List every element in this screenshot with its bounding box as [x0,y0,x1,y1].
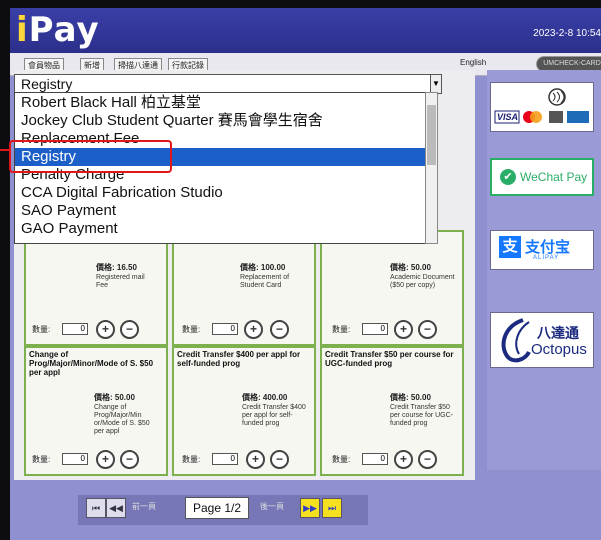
datetime-display: 2023-2-8 10:54 [533,28,601,39]
minus-button[interactable]: − [120,320,139,339]
item-card: Credit Transfer $400 per appl for self-f… [172,346,316,476]
alipay-cn-label: 支付宝 [525,239,571,256]
quantity-label: 數量: [182,325,201,334]
annotation-highlight-box [9,140,172,173]
card-price: 價格: 50.00 [94,393,135,402]
ipay-logo: iPay [16,10,100,50]
wechat-icon: ✔ [500,169,516,185]
next-page-button[interactable]: 後一頁 [260,501,284,512]
quantity-label: 數量: [332,455,351,464]
alipay-icon: 支 [499,236,521,258]
octopus-en-label: Octopus [531,341,587,358]
quantity-input[interactable]: 0 [362,323,388,335]
scrollbar-thumb[interactable] [427,105,436,165]
minus-button[interactable]: − [418,320,437,339]
plus-button[interactable]: + [244,320,263,339]
octopus-button[interactable]: 八達通 Octopus [490,312,594,368]
card-title: Credit Transfer $400 per appl for self-f… [177,350,301,368]
option-robert-black-hall[interactable]: Robert Black Hall 柏立基堂 [15,94,426,112]
card-logos-icon [494,88,589,124]
visa-label: VISA [497,112,519,122]
category-select[interactable]: Registry [14,74,439,94]
quantity-input[interactable]: 0 [212,453,238,465]
item-card: Change of Prog/Major/Minor/Mode of S. $5… [24,346,168,476]
option-cca-digital-fabrication[interactable]: CCA Digital Fabrication Studio [15,184,426,202]
card-description: Registered mail Fee [96,274,145,289]
plus-button[interactable]: + [246,450,265,469]
quantity-label: 數量: [32,455,51,464]
card-price: 價格: 50.00 [390,263,431,272]
card-price: 價格: 16.50 [96,263,137,272]
wechat-pay-button[interactable]: ✔ WeChat Pay [490,158,594,196]
quantity-input[interactable]: 0 [212,323,238,335]
wechat-label: WeChat Pay [520,170,588,184]
option-gao-payment[interactable]: GAO Payment [15,220,426,238]
plus-button[interactable]: + [394,320,413,339]
octopus-cn-label: 八達通 [537,325,579,341]
card-description: Credit Transfer $50 per course for UGC-f… [390,404,454,427]
language-button[interactable]: English [460,58,486,67]
plus-button[interactable]: + [96,450,115,469]
octopus-icon [501,318,531,363]
minus-button[interactable]: − [120,450,139,469]
card-title: Change of Prog/Major/Minor/Mode of S. $5… [29,350,154,377]
card-price: 價格: 50.00 [390,393,431,402]
plus-button[interactable]: + [394,450,413,469]
quantity-label: 數量: [332,325,351,334]
prev-page-button[interactable]: 前一頁 [132,501,156,512]
page-indicator: Page 1/2 [185,497,249,519]
quantity-input[interactable]: 0 [62,323,88,335]
card-description: Change of Prog/Major/Min or/Mode of S. $… [94,404,150,435]
alipay-button[interactable]: 支 支付宝 ALIPAY [490,230,594,270]
minus-button[interactable]: − [270,320,289,339]
next-page-arrow-button[interactable]: ▶▶ [300,498,320,518]
card-description: Credit Transfer $400 per appl for self-f… [242,404,306,427]
chevron-down-icon[interactable]: ▼ [430,74,442,94]
minus-button[interactable]: − [270,450,289,469]
item-card: 價格: 50.00 Academic Document ($50 per cop… [320,230,464,346]
item-card: 價格: 100.00 Replacement of Student Card 數… [172,230,316,346]
item-card: 價格: 16.50 Registered mail Fee 數量: 0 + − [24,230,168,346]
minus-button[interactable]: − [418,450,437,469]
quantity-input[interactable]: 0 [362,453,388,465]
quantity-label: 數量: [182,455,201,464]
card-title: Credit Transfer $50 per course for UGC-f… [325,350,454,368]
item-card: Credit Transfer $50 per course for UGC-f… [320,346,464,476]
alipay-en-label: ALIPAY [533,255,560,261]
pagination-bar: ⏮ ◀◀ 前一頁 Page 1/2 後一頁 ▶▶ ⏭ [78,495,368,525]
card-payment-button[interactable]: VISA [490,82,594,132]
first-page-button[interactable]: ⏮ [86,498,106,518]
card-description: Replacement of Student Card [240,274,290,289]
quantity-label: 數量: [32,325,51,334]
top-bar: iPay 2023-2-8 10:54 [10,8,601,53]
plus-button[interactable]: + [96,320,115,339]
card-description: Academic Document ($50 per copy) [390,274,455,289]
prev-page-arrow-button[interactable]: ◀◀ [106,498,126,518]
option-jockey-club-quarter[interactable]: Jockey Club Student Quarter 賽馬會學生宿舍 [15,112,426,130]
option-sao-payment[interactable]: SAO Payment [15,202,426,220]
card-price: 價格: 400.00 [242,393,288,402]
quantity-input[interactable]: 0 [62,453,88,465]
card-price: 價格: 100.00 [240,263,286,272]
listbox-scrollbar[interactable] [425,92,438,244]
last-page-button[interactable]: ⏭ [322,498,342,518]
